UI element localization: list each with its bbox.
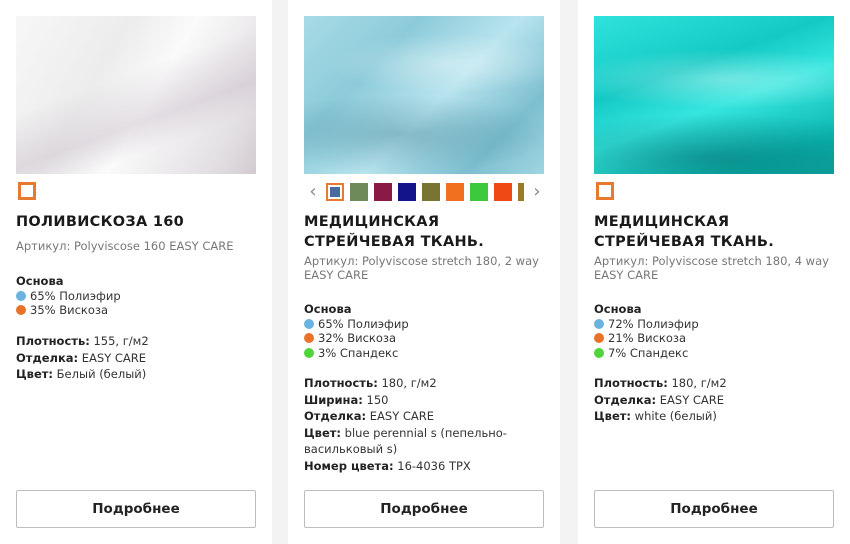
properties: Плотность: 180, г/м2 Отделка: EASY CARE … xyxy=(594,375,834,425)
prop-finish: Отделка: EASY CARE xyxy=(594,392,725,407)
product-card: ‹ › МЕДИЦИНСКАЯ СТРЕЙЧЕВАЯ ТКАНЬ. Артику… xyxy=(288,0,560,544)
product-card: ПОЛИВИСКОЗА 160 Артикул: Polyviscose 160… xyxy=(0,0,272,544)
product-article: Артикул: Polyviscose stretch 180, 2 way … xyxy=(304,254,539,282)
chevron-left-icon[interactable]: ‹ xyxy=(306,182,320,202)
prop-finish: Отделка: EASY CARE xyxy=(304,409,435,423)
composition: Основа 65% Полиэфир 35% Вискоза xyxy=(16,274,256,318)
product-card: МЕДИЦИНСКАЯ СТРЕЙЧЕВАЯ ТКАНЬ. Артикул: P… xyxy=(578,0,850,544)
composition-heading: Основа xyxy=(16,274,64,288)
product-article: Артикул: Polyviscose 160 EASY CARE xyxy=(16,239,234,253)
prop-color: Цвет: Белый (белый) xyxy=(16,367,147,381)
color-swatch-selected[interactable] xyxy=(596,182,614,200)
color-swatch[interactable] xyxy=(446,183,464,201)
composition: Основа 65% Полиэфир 32% Вискоза 3% Спанд… xyxy=(304,302,544,360)
details-button[interactable]: Подробнее xyxy=(304,490,544,528)
viscose-dot-icon xyxy=(304,333,314,343)
spandex-dot-icon xyxy=(594,347,604,358)
composition-heading: Основа xyxy=(594,302,642,316)
polyester-dot-icon xyxy=(594,318,604,329)
viscose-dot-icon xyxy=(594,333,604,343)
composition-row: 35% Вискоза xyxy=(16,303,256,318)
product-title[interactable]: ПОЛИВИСКОЗА 160 xyxy=(16,212,261,232)
polyester-dot-icon xyxy=(16,290,26,301)
fabric-image[interactable] xyxy=(16,16,256,174)
composition-row: 32% Вискоза xyxy=(304,331,544,346)
composition-heading: Основа xyxy=(304,302,352,316)
chevron-right-icon[interactable]: › xyxy=(530,182,544,202)
color-swatch-selected[interactable] xyxy=(18,182,36,200)
details-button[interactable]: Подробнее xyxy=(594,490,834,528)
composition-row: 3% Спандекс xyxy=(304,346,544,361)
fabric-image[interactable] xyxy=(594,16,834,174)
color-swatch[interactable] xyxy=(470,183,488,201)
prop-density: Плотность: 155, г/м2 xyxy=(16,334,149,348)
color-swatches: ‹ › xyxy=(304,182,544,202)
fabric-image[interactable] xyxy=(304,16,544,174)
composition-row: 72% Полиэфир xyxy=(594,317,834,332)
color-swatch[interactable] xyxy=(518,183,524,201)
prop-color-number: Номер цвета: 16-4036 TPX xyxy=(304,458,471,473)
composition: Основа 72% Полиэфир 21% Вискоза 7% Спанд… xyxy=(594,302,834,360)
prop-density: Плотность: 180, г/м2 xyxy=(594,376,727,390)
viscose-dot-icon xyxy=(16,305,26,315)
prop-finish: Отделка: EASY CARE xyxy=(16,350,147,365)
prop-density: Плотность: 180, г/м2 xyxy=(304,376,437,390)
spandex-dot-icon xyxy=(304,347,314,358)
color-swatch[interactable] xyxy=(494,183,512,201)
product-title[interactable]: МЕДИЦИНСКАЯ СТРЕЙЧЕВАЯ ТКАНЬ. xyxy=(304,212,549,252)
color-swatch[interactable] xyxy=(374,183,392,201)
composition-row: 7% Спандекс xyxy=(594,346,834,361)
prop-color: Цвет: white (белый) xyxy=(594,409,717,423)
product-article: Артикул: Polyviscose stretch 180, 4 way … xyxy=(594,254,829,282)
color-swatch-selected[interactable] xyxy=(326,183,344,201)
product-title[interactable]: МЕДИЦИНСКАЯ СТРЕЙЧЕВАЯ ТКАНЬ. xyxy=(594,212,839,252)
polyester-dot-icon xyxy=(304,318,314,329)
prop-width: Ширина: 150 xyxy=(304,392,389,407)
color-swatch[interactable] xyxy=(350,183,368,201)
details-button[interactable]: Подробнее xyxy=(16,490,256,528)
composition-row: 21% Вискоза xyxy=(594,331,834,346)
color-swatch[interactable] xyxy=(422,183,440,201)
color-swatch[interactable] xyxy=(398,183,416,201)
properties: Плотность: 155, г/м2 Отделка: EASY CARE … xyxy=(16,333,256,383)
composition-row: 65% Полиэфир xyxy=(16,289,256,304)
properties: Плотность: 180, г/м2 Ширина: 150 Отделка… xyxy=(304,375,544,474)
prop-color: Цвет: blue perennial s (пепельно-васильк… xyxy=(304,425,507,457)
composition-row: 65% Полиэфир xyxy=(304,317,544,332)
